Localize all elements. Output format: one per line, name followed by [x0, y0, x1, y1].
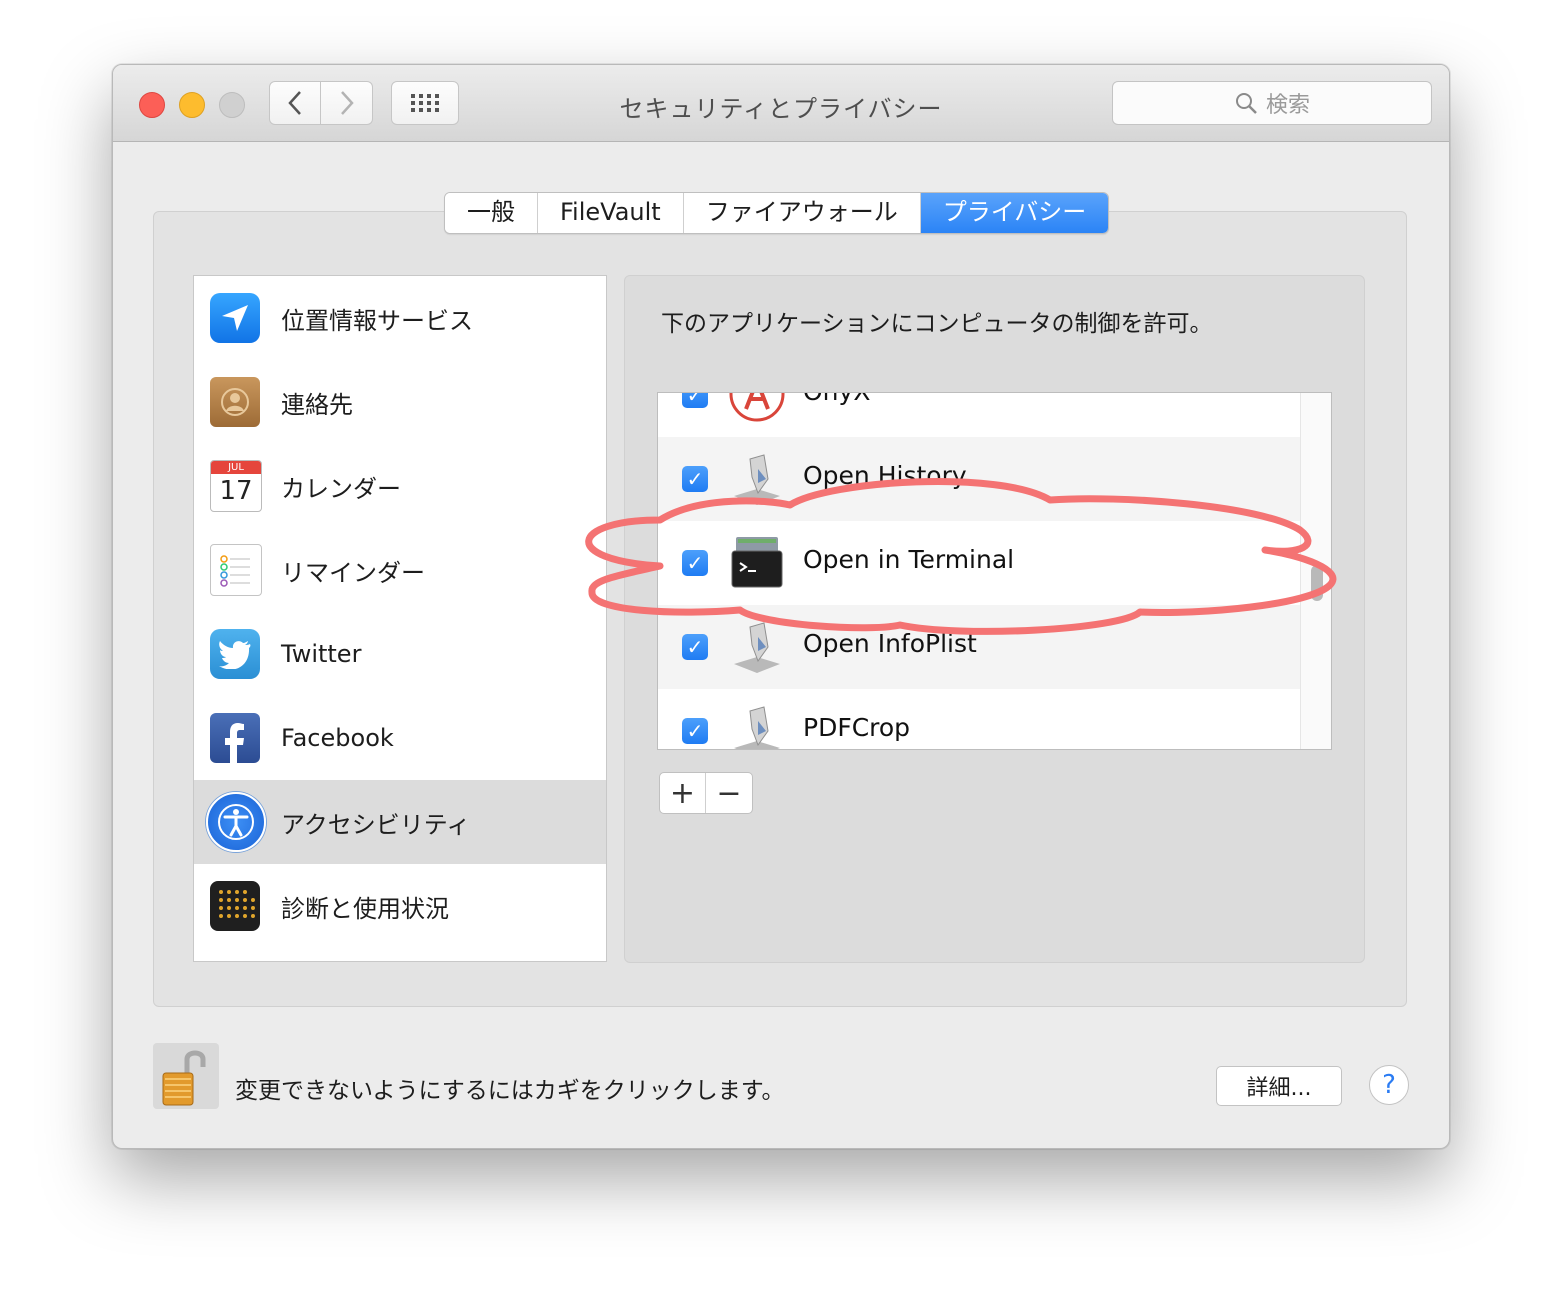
app-row[interactable]: ✓ PDFCrop [658, 689, 1300, 749]
calendar-day: 17 [219, 476, 253, 506]
facebook-icon [210, 713, 260, 763]
allowed-apps-list: ✓ OnyX ✓ Open History ✓ Open in Terminal… [657, 392, 1332, 750]
twitter-icon [210, 629, 260, 679]
app-row[interactable]: ✓ Open History [658, 437, 1300, 521]
title-bar: セキュリティとプライバシー 検索 [113, 65, 1449, 142]
app-checkbox[interactable]: ✓ [682, 466, 708, 492]
category-contacts[interactable]: 連絡先 [194, 360, 606, 444]
automator-script-icon [734, 706, 780, 749]
help-button[interactable]: ? [1369, 1065, 1409, 1105]
tab-privacy[interactable]: プライバシー [920, 193, 1109, 233]
automator-script-icon [734, 622, 780, 673]
diagnostics-icon [210, 881, 260, 931]
accessibility-icon [206, 792, 266, 852]
category-location-services[interactable]: 位置情報サービス [194, 276, 606, 360]
automator-script-icon [734, 454, 780, 505]
tab-bar: 一般 FileVault ファイアウォール プライバシー [444, 192, 1110, 234]
tab-firewall[interactable]: ファイアウォール [683, 193, 921, 233]
calendar-month: JUL [211, 461, 261, 474]
panel-description: 下のアプリケーションにコンピュータの制御を許可。 [661, 311, 1213, 337]
category-label: リマインダー [281, 558, 425, 587]
app-checkbox[interactable]: ✓ [682, 393, 708, 408]
category-label: アクセシビリティ [281, 810, 471, 839]
contacts-icon [210, 377, 260, 427]
preferences-window: セキュリティとプライバシー 検索 一般 FileVault ファイアウォール プ… [112, 64, 1450, 1149]
app-checkbox[interactable]: ✓ [682, 718, 708, 744]
app-row[interactable]: ✓ OnyX [658, 393, 1300, 437]
app-name: Open in Terminal [803, 545, 1015, 574]
app-checkbox[interactable]: ✓ [682, 550, 708, 576]
category-label: 位置情報サービス [281, 306, 473, 335]
category-label: カレンダー [281, 474, 401, 503]
calendar-icon: JUL 17 [210, 460, 262, 512]
lock-button[interactable] [153, 1043, 219, 1109]
category-calendar[interactable]: JUL 17 カレンダー [194, 444, 606, 528]
category-diagnostics[interactable]: 診断と使用状況 [194, 864, 606, 948]
lock-instruction: 変更できないようにするにはカギをクリックします。 [235, 1078, 785, 1104]
app-name: Open History [803, 461, 967, 490]
app-name: OnyX [803, 393, 870, 406]
category-label: Facebook [281, 724, 394, 752]
terminal-icon [731, 537, 783, 588]
category-label: Twitter [281, 640, 362, 668]
reminders-icon [210, 544, 262, 596]
app-list-scrollbar[interactable] [1300, 393, 1331, 749]
privacy-category-list: 位置情報サービス 連絡先 JUL 17 カレンダー リマインダー Twitter… [193, 275, 607, 962]
category-facebook[interactable]: Facebook [194, 696, 606, 780]
remove-app-button[interactable]: − [706, 773, 752, 813]
app-row[interactable]: ✓ Open InfoPlist [658, 605, 1300, 689]
app-name: Open InfoPlist [803, 629, 977, 658]
app-row[interactable]: ✓ Open in Terminal [658, 521, 1300, 605]
app-checkbox[interactable]: ✓ [682, 634, 708, 660]
accessibility-panel: 下のアプリケーションにコンピュータの制御を許可。 ✓ OnyX ✓ Open H… [624, 275, 1365, 963]
search-icon [1235, 93, 1257, 114]
search-field[interactable]: 検索 [1112, 81, 1432, 125]
category-label: 連絡先 [281, 390, 353, 419]
location-icon [210, 293, 260, 343]
add-remove-control: + − [659, 772, 753, 814]
app-name: PDFCrop [803, 713, 911, 742]
advanced-button[interactable]: 詳細... [1216, 1066, 1342, 1106]
category-label: 診断と使用状況 [281, 894, 449, 923]
onyx-icon [729, 393, 785, 422]
scrollbar-thumb[interactable] [1311, 565, 1323, 601]
category-accessibility[interactable]: アクセシビリティ [194, 780, 606, 864]
category-reminders[interactable]: リマインダー [194, 528, 606, 612]
unlocked-padlock-icon [162, 1050, 206, 1106]
search-placeholder: 検索 [1265, 93, 1310, 118]
category-twitter[interactable]: Twitter [194, 612, 606, 696]
app-list-content: ✓ OnyX ✓ Open History ✓ Open in Terminal… [658, 393, 1300, 749]
tab-filevault[interactable]: FileVault [538, 193, 684, 233]
add-app-button[interactable]: + [660, 773, 706, 813]
tab-general[interactable]: 一般 [445, 193, 538, 233]
